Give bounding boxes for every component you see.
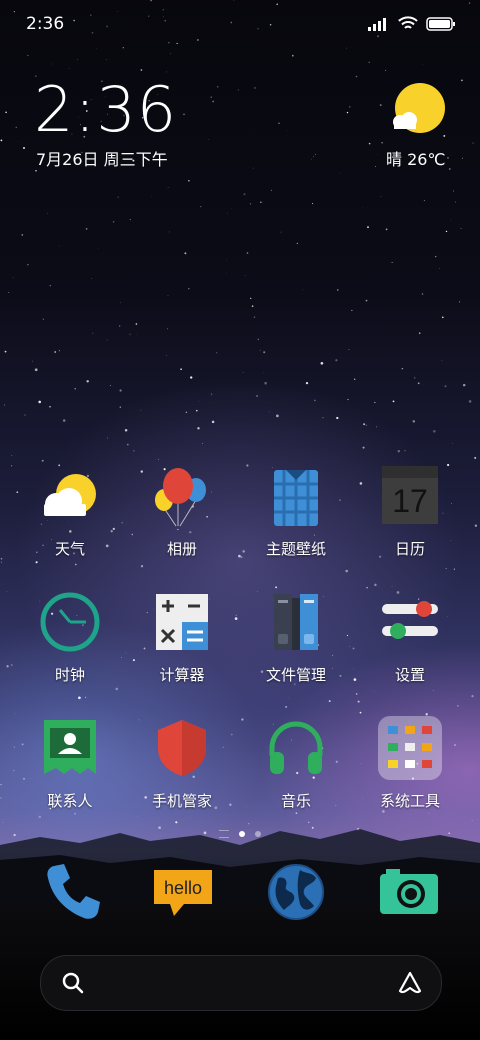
app-label: 音乐 [280,792,311,810]
app-label: 计算器 [159,666,205,684]
calendar-icon: 17 [382,466,438,524]
page-dot [219,830,229,838]
folder-icon [378,716,442,780]
contacts-icon [44,720,96,774]
app-settings[interactable]: 设置 [350,590,470,685]
battery-icon [426,16,455,31]
app-label: 手机管家 [151,792,212,810]
assistant-icon[interactable] [397,970,423,996]
app-clock[interactable]: 时钟 [10,590,130,685]
app-calculator[interactable]: 计算器 [122,590,242,685]
page-indicator[interactable] [0,830,480,838]
toggles-icon [382,601,438,639]
wifi-icon [398,16,418,29]
app-label: 日历 [394,540,425,558]
signal-icon [368,17,386,31]
dock-phone[interactable] [40,860,104,924]
balloons-icon [155,468,206,527]
dock: hello [0,860,480,930]
clock-widget-time[interactable]: 2:36 [34,78,177,142]
app-weather[interactable]: 天气 [10,464,130,559]
shield-icon [158,720,206,776]
app-system-tools-folder[interactable]: 系统工具 [350,716,470,811]
dock-messages[interactable]: hello [152,864,218,928]
app-label: 相册 [166,540,197,558]
sun-cloud-icon[interactable] [390,82,446,138]
status-bar: 2:36 [0,0,480,50]
message-icon: hello [154,870,212,916]
weather-condition: 晴 26℃ [386,150,446,169]
dock-browser[interactable] [266,862,330,926]
app-label: 系统工具 [379,792,440,810]
clock-icon [40,592,100,652]
weather-icon [44,474,96,516]
search-bar[interactable] [40,955,442,1011]
phone-icon [47,864,100,919]
page-dot-active [239,831,245,837]
message-icon-text: hello [164,878,202,898]
browser-globe-icon [268,864,324,920]
app-themes[interactable]: 主题壁纸 [236,464,356,559]
app-gallery[interactable]: 相册 [122,464,242,559]
calculator-icon [156,594,208,650]
app-contacts[interactable]: 联系人 [10,716,130,811]
camera-icon [380,869,438,914]
app-music[interactable]: 音乐 [236,716,356,811]
app-label: 设置 [394,666,425,684]
app-label: 时钟 [54,666,85,684]
shirt-icon [274,470,318,526]
app-label: 联系人 [47,792,93,810]
app-calendar[interactable]: 17 日历 [350,464,470,559]
app-label: 天气 [54,540,85,558]
dock-camera[interactable] [378,866,442,930]
headphones-icon [269,721,323,774]
app-label: 文件管理 [265,666,326,684]
clock-widget-date: 7月26日 周三下午 [36,150,168,169]
folders-icon [274,594,318,650]
calendar-day: 17 [392,483,428,519]
app-security[interactable]: 手机管家 [122,716,242,811]
status-time: 2:36 [26,14,65,34]
page-dot [255,831,261,837]
app-file-manager[interactable]: 文件管理 [236,590,356,685]
search-icon[interactable] [61,971,85,995]
app-label: 主题壁纸 [265,540,326,558]
